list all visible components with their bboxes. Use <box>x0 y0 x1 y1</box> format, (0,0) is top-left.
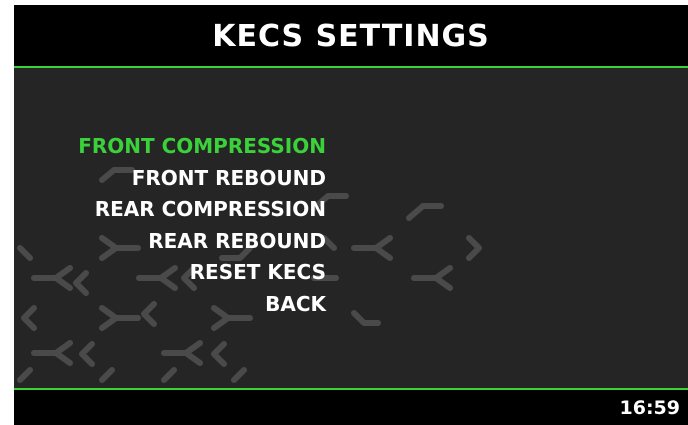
menu-item-rear-rebound[interactable]: REAR REBOUND <box>14 227 326 259</box>
menu-item-front-compression[interactable]: FRONT COMPRESSION <box>14 132 326 164</box>
menu-item-back[interactable]: BACK <box>14 290 326 322</box>
menu-item-front-rebound[interactable]: FRONT REBOUND <box>14 164 326 196</box>
page-title: KECS SETTINGS <box>212 19 490 54</box>
status-bar: 16:59 <box>14 388 688 425</box>
header-bar: KECS SETTINGS <box>14 5 688 68</box>
settings-menu: FRONT COMPRESSION FRONT REBOUND REAR COM… <box>14 132 326 321</box>
clock-time: 16:59 <box>619 397 680 419</box>
menu-item-reset-kecs[interactable]: RESET KECS <box>14 258 326 290</box>
menu-item-rear-compression[interactable]: REAR COMPRESSION <box>14 195 326 227</box>
kecs-settings-screen: KECS SETTINGS FRONT COMPRESSION FRONT RE… <box>14 5 688 425</box>
